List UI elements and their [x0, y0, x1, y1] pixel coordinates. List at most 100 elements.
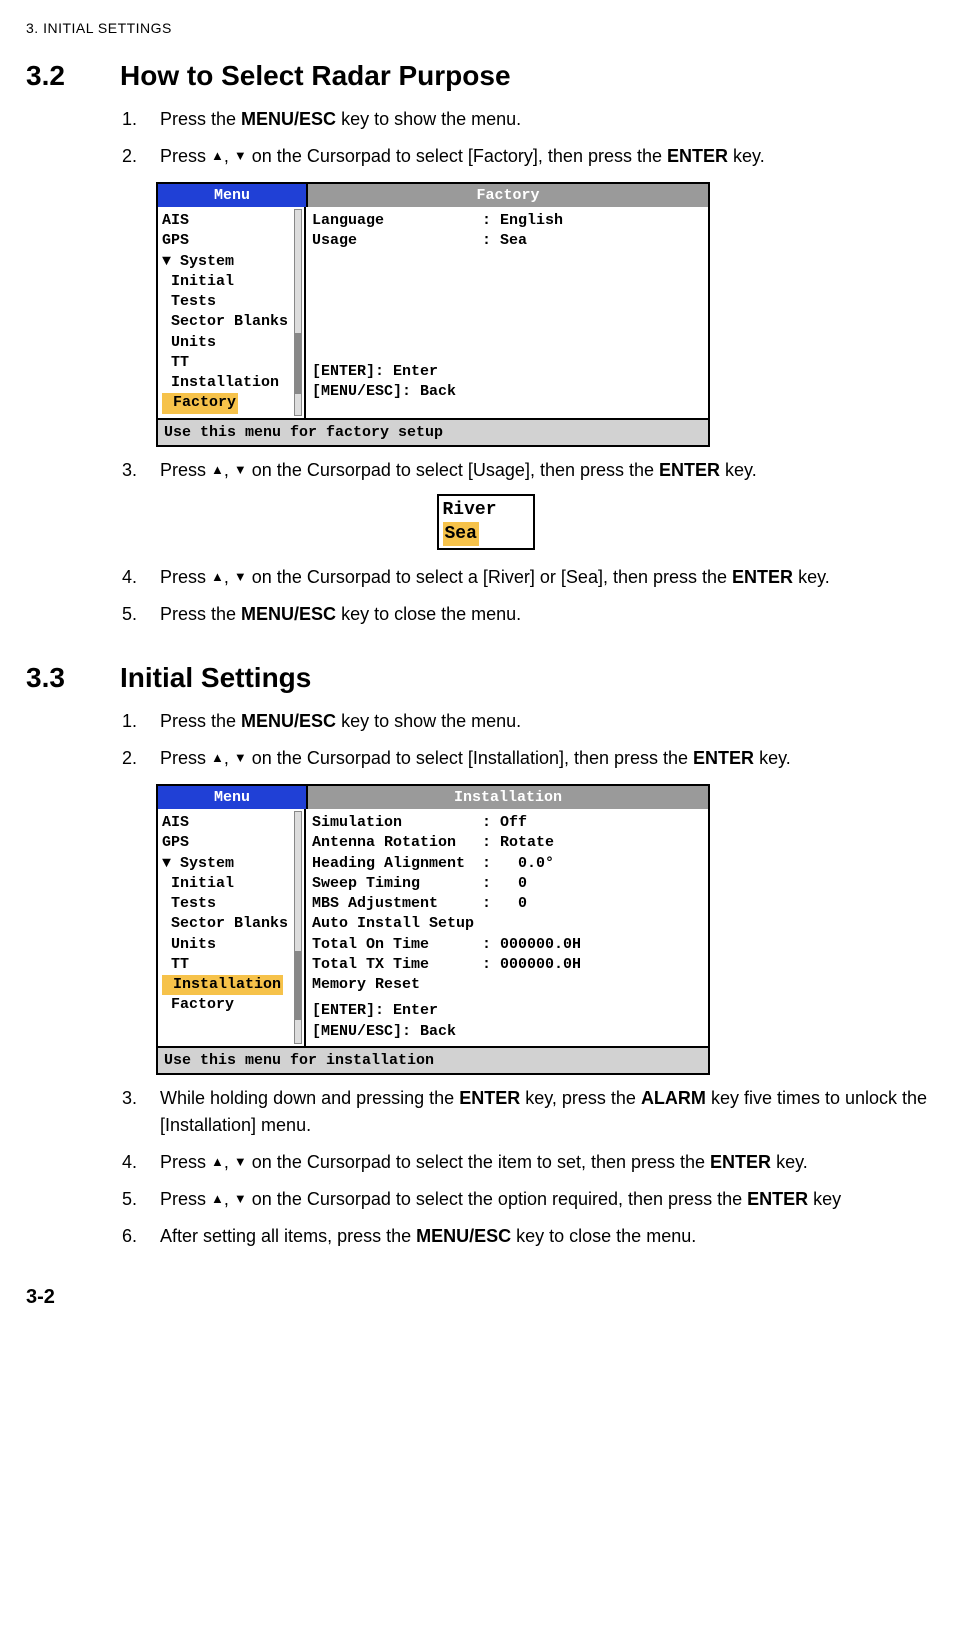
- down-arrow-icon: ▼: [234, 1191, 247, 1206]
- opt-value: : 000000.0H: [482, 955, 581, 975]
- up-arrow-icon: ▲: [211, 750, 224, 765]
- menu-item: ▼ System: [162, 854, 304, 874]
- opt-label: Antenna Rotation: [312, 833, 482, 853]
- up-arrow-icon: ▲: [211, 462, 224, 477]
- menu-left-column: AIS GPS ▼ System Initial Tests Sector Bl…: [158, 207, 306, 418]
- opt-value: : 0: [482, 874, 527, 894]
- key-menu-esc: MENU/ESC: [416, 1226, 511, 1246]
- text: key.: [754, 748, 791, 768]
- opt-label: MBS Adjustment: [312, 894, 482, 914]
- menu-item-selected: Factory: [162, 393, 238, 413]
- key-enter: ENTER: [659, 460, 720, 480]
- step-3: 3. While holding down and pressing the E…: [122, 1085, 945, 1139]
- chapter-header: 3. INITIAL SETTINGS: [26, 20, 945, 36]
- text: key to show the menu.: [336, 109, 521, 129]
- key-enter: ENTER: [747, 1189, 808, 1209]
- menu-footer: Use this menu for installation: [158, 1046, 708, 1073]
- menu-item: TT: [162, 353, 304, 373]
- menu-item: AIS: [162, 813, 304, 833]
- steps-3-2-cont: 3. Press ▲, ▼ on the Cursorpad to select…: [122, 457, 945, 484]
- section-3-2-heading: 3.2 How to Select Radar Purpose: [26, 60, 945, 92]
- menu-item: Factory: [162, 995, 304, 1015]
- page-number: 3-2: [26, 1286, 945, 1309]
- text: on the Cursorpad to select [Usage], then…: [247, 460, 659, 480]
- section-number: 3.3: [26, 662, 120, 694]
- down-arrow-icon: ▼: [234, 462, 247, 477]
- menu-item: GPS: [162, 833, 304, 853]
- text: Press: [160, 1152, 211, 1172]
- opt-label: Usage: [312, 231, 482, 251]
- text: on the Cursorpad to select the option re…: [247, 1189, 747, 1209]
- key-enter: ENTER: [459, 1088, 520, 1108]
- usage-popup: River Sea: [437, 494, 535, 551]
- opt-label: Language: [312, 211, 482, 231]
- menu-item: AIS: [162, 211, 304, 231]
- text: While holding down and pressing the: [160, 1088, 459, 1108]
- opt-value: : 000000.0H: [482, 935, 581, 955]
- step-6: 6. After setting all items, press the ME…: [122, 1223, 945, 1250]
- up-arrow-icon: ▲: [211, 148, 224, 163]
- opt-label: Memory Reset: [312, 975, 482, 995]
- menu-right-column: Simulation: Off Antenna Rotation: Rotate…: [306, 809, 708, 1046]
- menu-item-selected: Installation: [162, 975, 283, 995]
- text: key.: [793, 567, 830, 587]
- opt-label: Total On Time: [312, 935, 482, 955]
- step-1: 1. Press the MENU/ESC key to show the me…: [122, 106, 945, 133]
- text: Press: [160, 748, 211, 768]
- down-arrow-icon: ▼: [234, 1154, 247, 1169]
- section-3-3-heading: 3.3 Initial Settings: [26, 662, 945, 694]
- opt-label: Auto Install Setup: [312, 914, 482, 934]
- text: on the Cursorpad to select a [River] or …: [247, 567, 732, 587]
- key-menu-esc: MENU/ESC: [241, 711, 336, 731]
- menu-item: TT: [162, 955, 304, 975]
- text: Press the: [160, 109, 241, 129]
- menu-item: Units: [162, 935, 304, 955]
- menu-caption-right: Installation: [308, 786, 708, 809]
- key-enter: ENTER: [667, 146, 728, 166]
- installation-menu-screenshot: Menu Installation AIS GPS ▼ System Initi…: [156, 784, 710, 1075]
- text: key, press the: [520, 1088, 641, 1108]
- hint-enter: [ENTER]: Enter: [312, 1001, 702, 1021]
- menu-caption-left: Menu: [158, 184, 308, 207]
- menu-item: ▼ System: [162, 252, 304, 272]
- key-menu-esc: MENU/ESC: [241, 109, 336, 129]
- menu-caption-right: Factory: [308, 184, 708, 207]
- factory-menu-screenshot: Menu Factory AIS GPS ▼ System Initial Te…: [156, 182, 710, 447]
- text: key.: [720, 460, 757, 480]
- text: on the Cursorpad to select [Factory], th…: [247, 146, 667, 166]
- menu-item: Installation: [162, 373, 304, 393]
- step-2: 2. Press ▲, ▼ on the Cursorpad to select…: [122, 745, 945, 772]
- key-enter: ENTER: [693, 748, 754, 768]
- opt-value: : Sea: [482, 231, 527, 251]
- menu-footer: Use this menu for factory setup: [158, 418, 708, 445]
- key-alarm: ALARM: [641, 1088, 706, 1108]
- text: Press: [160, 146, 211, 166]
- text: key to close the menu.: [511, 1226, 696, 1246]
- text: key.: [771, 1152, 808, 1172]
- hint-back: [MENU/ESC]: Back: [312, 382, 702, 402]
- opt-label: Simulation: [312, 813, 482, 833]
- steps-3-3: 1. Press the MENU/ESC key to show the me…: [122, 708, 945, 772]
- popup-option-selected: Sea: [443, 522, 479, 546]
- step-2: 2. Press ▲, ▼ on the Cursorpad to select…: [122, 143, 945, 170]
- down-arrow-icon: ▼: [234, 750, 247, 765]
- popup-option: River: [443, 498, 529, 522]
- hint-back: [MENU/ESC]: Back: [312, 1022, 702, 1042]
- menu-item: Sector Blanks: [162, 914, 304, 934]
- key-enter: ENTER: [710, 1152, 771, 1172]
- step-4: 4. Press ▲, ▼ on the Cursorpad to select…: [122, 1149, 945, 1176]
- text: key.: [728, 146, 765, 166]
- scrollbar-thumb: [295, 951, 301, 1020]
- text: on the Cursorpad to select the item to s…: [247, 1152, 710, 1172]
- opt-value: : English: [482, 211, 563, 231]
- text: Press: [160, 567, 211, 587]
- down-arrow-icon: ▼: [234, 569, 247, 584]
- menu-item: GPS: [162, 231, 304, 251]
- menu-item: Tests: [162, 292, 304, 312]
- section-number: 3.2: [26, 60, 120, 92]
- up-arrow-icon: ▲: [211, 1154, 224, 1169]
- menu-item: Initial: [162, 272, 304, 292]
- scrollbar: [294, 811, 302, 1044]
- scrollbar-thumb: [295, 333, 301, 394]
- down-arrow-icon: ▼: [234, 148, 247, 163]
